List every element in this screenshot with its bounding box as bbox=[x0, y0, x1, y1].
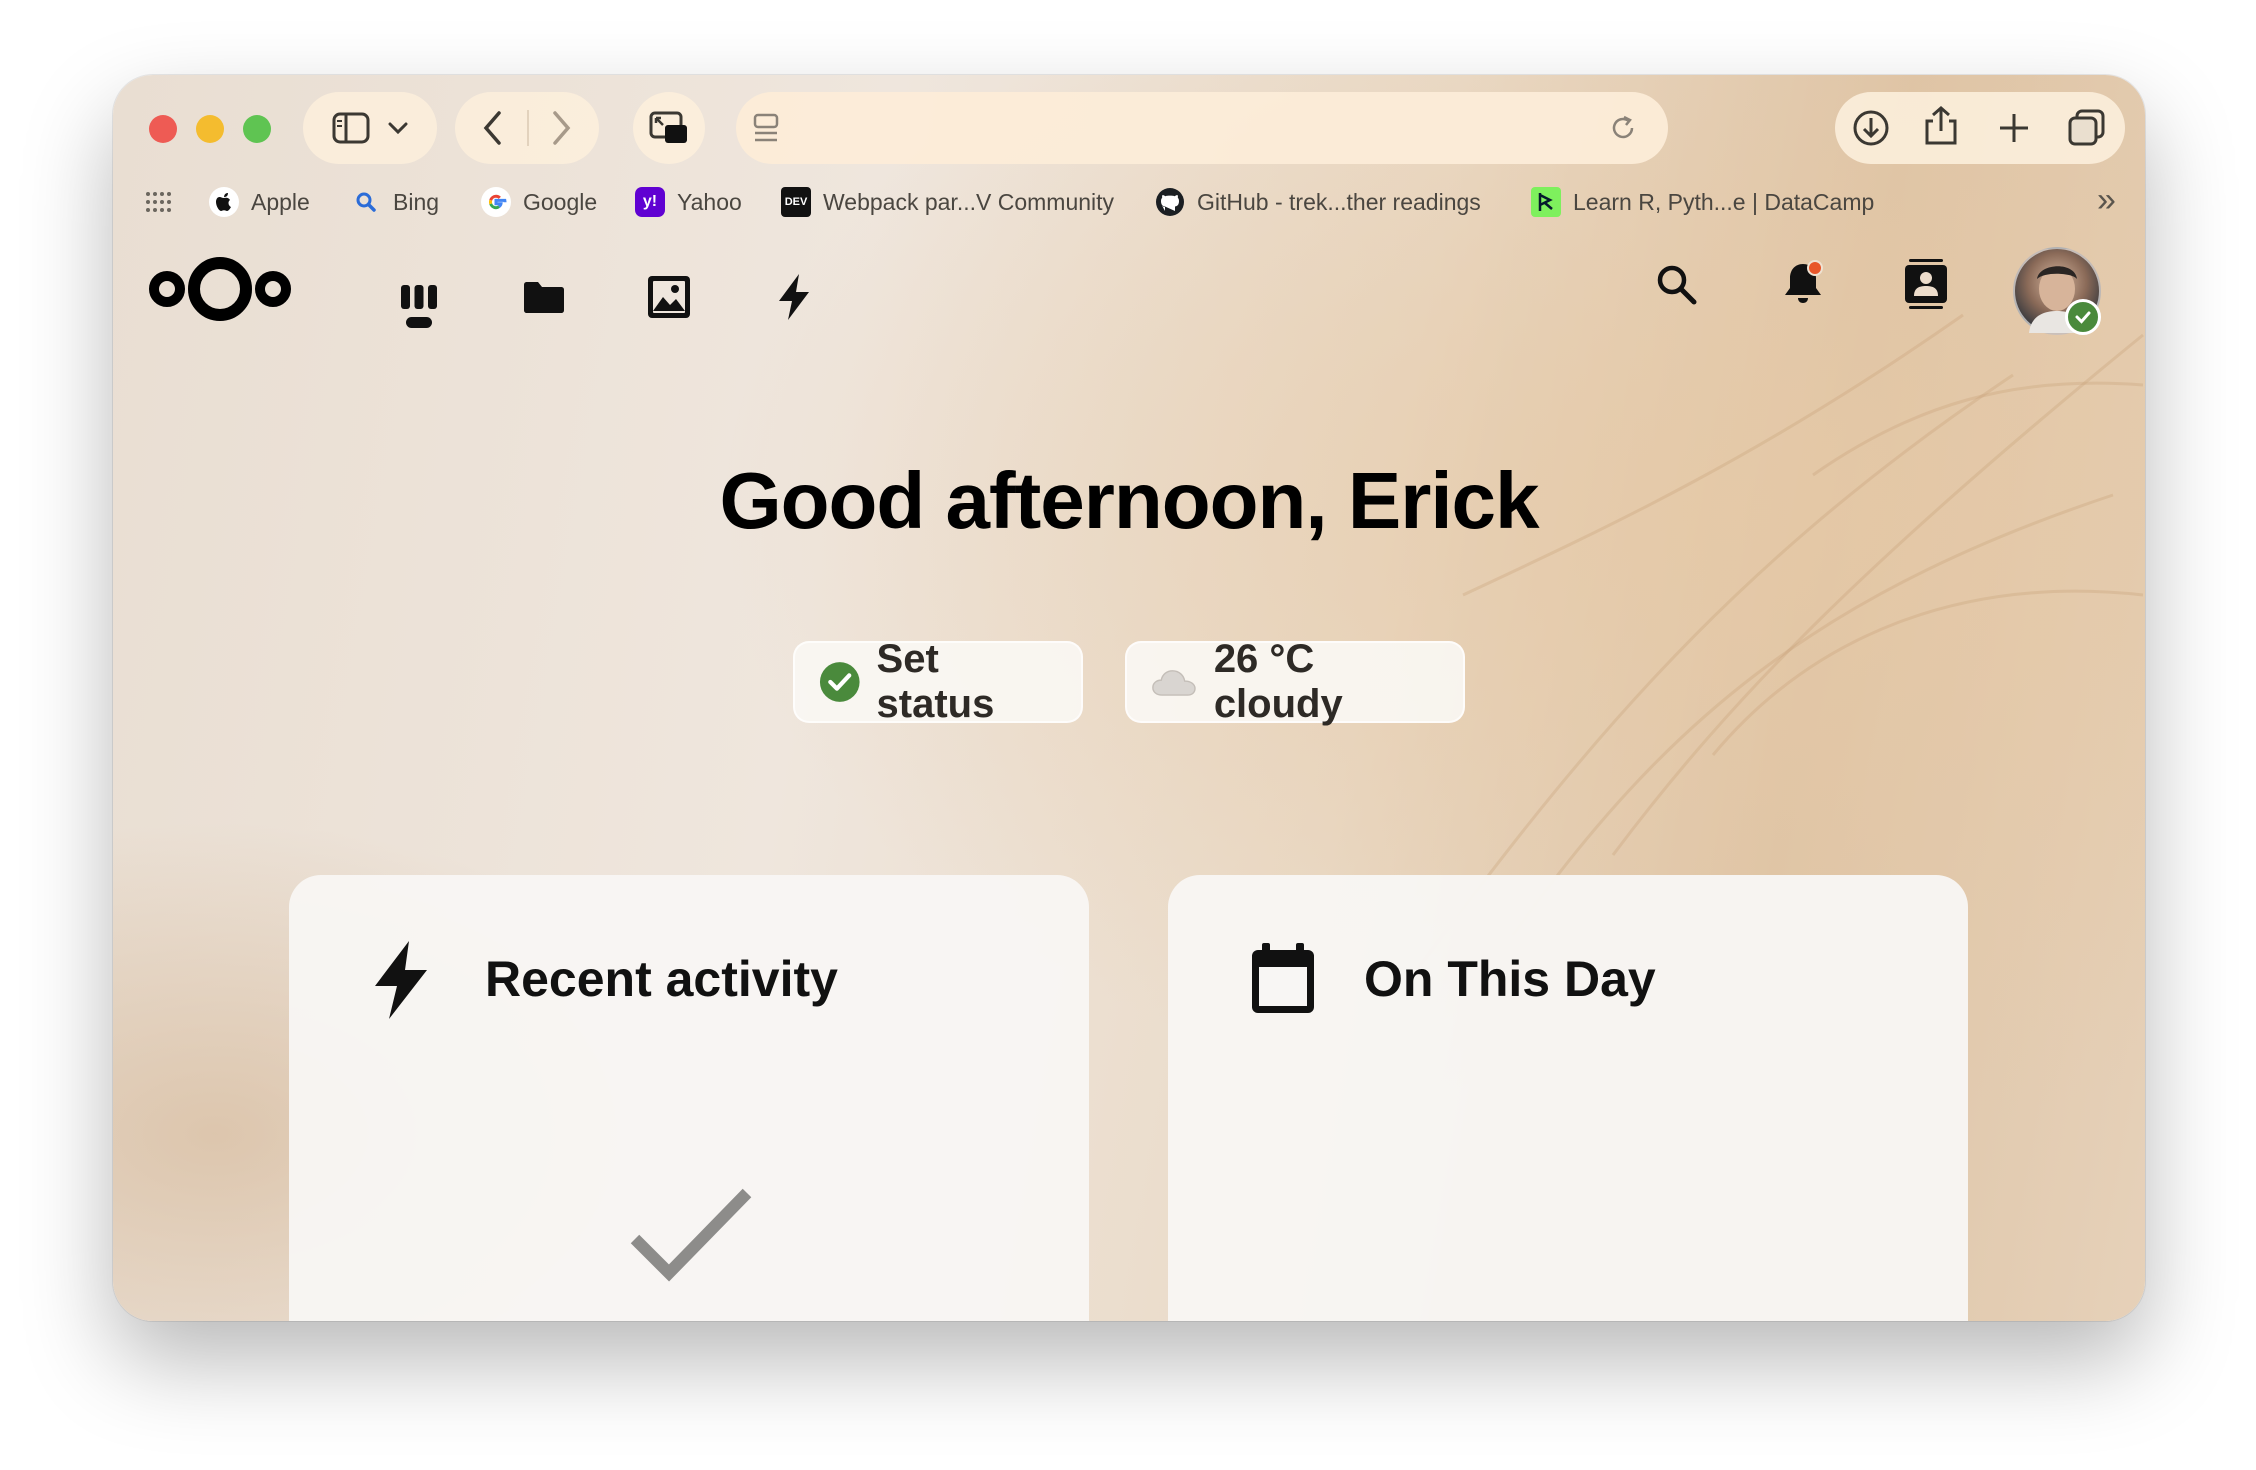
bookmark-github[interactable]: GitHub - trek...ther readings bbox=[1155, 177, 1481, 227]
datacamp-icon bbox=[1531, 187, 1561, 217]
weather-button[interactable]: 26 °C cloudy bbox=[1125, 637, 1465, 726]
reload-icon[interactable] bbox=[1608, 113, 1638, 143]
downloads-icon[interactable] bbox=[1851, 108, 1891, 148]
bing-search-icon bbox=[351, 187, 381, 217]
bookmark-label: Google bbox=[523, 188, 598, 215]
check-circle-icon bbox=[819, 662, 860, 702]
on-this-day-panel: On This Day bbox=[1168, 875, 1968, 1321]
online-status-icon bbox=[2065, 299, 2101, 335]
contacts-icon[interactable] bbox=[1903, 258, 1949, 310]
bookmark-label: Apple bbox=[251, 188, 310, 215]
greeting-heading: Good afternoon, Erick bbox=[719, 456, 1539, 545]
files-icon bbox=[524, 282, 564, 313]
on-this-day-title: On This Day bbox=[1364, 951, 1656, 1007]
set-status-label: Set status bbox=[876, 637, 995, 726]
toolbar-actions bbox=[1835, 92, 2125, 164]
dashboard-icon bbox=[401, 285, 437, 309]
google-icon bbox=[481, 187, 511, 217]
bookmark-apple[interactable]: Apple bbox=[209, 177, 310, 227]
pip-icon bbox=[649, 111, 687, 143]
minimize-window-button[interactable] bbox=[196, 115, 224, 143]
apps-grid-icon[interactable] bbox=[145, 191, 171, 213]
forward-button[interactable] bbox=[549, 110, 573, 146]
more-bookmarks-button[interactable]: » bbox=[2097, 181, 2116, 220]
nav-files[interactable] bbox=[517, 270, 571, 324]
back-button[interactable] bbox=[481, 110, 505, 146]
bookmarks-bar: Apple Bing Google y! Yahoo DEV Webpack p… bbox=[113, 177, 2145, 227]
notification-dot bbox=[1807, 260, 1823, 276]
browser-window: Apple Bing Google y! Yahoo DEV Webpack p… bbox=[113, 75, 2145, 1321]
bookmark-yahoo[interactable]: y! Yahoo bbox=[635, 177, 742, 227]
nav-photos[interactable] bbox=[642, 270, 696, 324]
bookmark-label: Bing bbox=[393, 188, 440, 215]
apple-icon bbox=[209, 187, 239, 217]
activity-icon bbox=[779, 274, 809, 320]
bookmark-label: GitHub - trek...ther readings bbox=[1197, 188, 1481, 215]
bookmark-bing[interactable]: Bing bbox=[351, 177, 439, 227]
zoom-window-button[interactable] bbox=[243, 115, 271, 143]
bookmark-label: Webpack par...V Community bbox=[823, 188, 1115, 215]
nav-buttons bbox=[455, 92, 599, 164]
photos-icon bbox=[648, 276, 690, 318]
lightning-icon bbox=[375, 941, 427, 1019]
recent-activity-title: Recent activity bbox=[485, 951, 838, 1007]
search-icon[interactable] bbox=[1655, 263, 1699, 307]
github-icon bbox=[1155, 187, 1185, 217]
share-icon[interactable] bbox=[1923, 105, 1959, 147]
notifications-icon[interactable] bbox=[1779, 259, 1827, 307]
tab-overview-icon[interactable] bbox=[2067, 108, 2107, 148]
address-bar[interactable] bbox=[736, 92, 1668, 164]
bookmark-label: Learn R, Pyth...e | DataCamp bbox=[1573, 188, 1875, 215]
weather-label: 26 °C cloudy bbox=[1213, 637, 1343, 726]
page-menu-icon[interactable] bbox=[752, 112, 780, 144]
dev-icon: DEV bbox=[781, 187, 811, 217]
bookmark-label: Yahoo bbox=[677, 188, 742, 215]
close-window-button[interactable] bbox=[149, 115, 177, 143]
nav-activity[interactable] bbox=[767, 270, 821, 324]
calendar-icon bbox=[1252, 943, 1314, 1013]
picture-in-picture-button[interactable] bbox=[633, 92, 705, 164]
sidebar-toggle-button[interactable] bbox=[303, 92, 437, 164]
new-tab-icon[interactable] bbox=[1997, 111, 2031, 145]
chevron-down-icon bbox=[388, 122, 408, 135]
set-status-button[interactable]: Set status bbox=[793, 637, 1083, 726]
cloud-icon bbox=[1152, 670, 1196, 696]
bookmark-dev[interactable]: DEV Webpack par...V Community bbox=[781, 177, 1114, 227]
checkmark-icon bbox=[630, 1188, 752, 1282]
active-app-indicator bbox=[406, 317, 432, 328]
nav-dashboard[interactable] bbox=[392, 270, 446, 324]
bookmark-datacamp[interactable]: Learn R, Pyth...e | DataCamp bbox=[1531, 177, 1874, 227]
yahoo-icon: y! bbox=[635, 187, 665, 217]
sidebar-icon bbox=[332, 112, 370, 144]
nextcloud-logo[interactable] bbox=[145, 253, 295, 325]
recent-activity-panel: Recent activity bbox=[289, 875, 1089, 1321]
bookmark-google[interactable]: Google bbox=[481, 177, 597, 227]
